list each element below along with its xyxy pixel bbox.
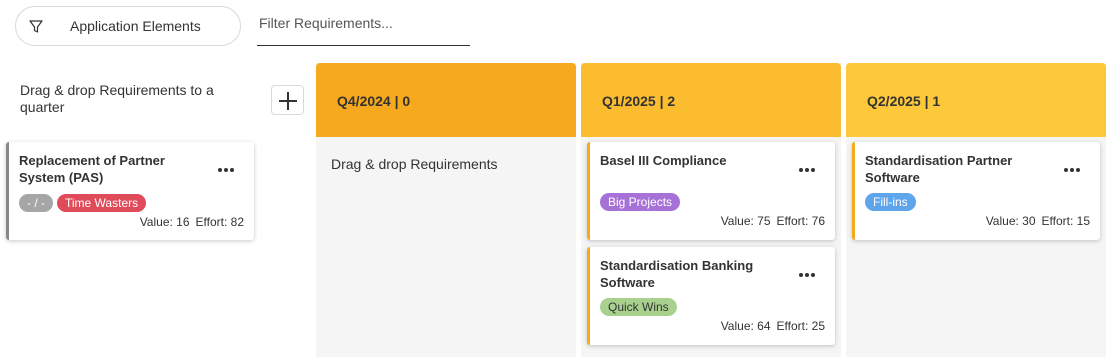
requirement-card[interactable]: Replacement of Partner System (PAS) - / …: [6, 142, 254, 240]
tag-fill-ins: Fill-ins: [865, 193, 916, 211]
value-text: Value: 75: [720, 214, 771, 228]
card-title: Replacement of Partner System (PAS): [19, 153, 165, 185]
column-title: Q4/2024 | 0: [337, 93, 411, 109]
more-horizontal-icon[interactable]: [799, 168, 815, 174]
backlog-instructions: Drag & drop Requirements to a quarter: [20, 82, 214, 115]
effort-text: Effort: 25: [776, 319, 825, 333]
filter-button-label: Application Elements: [70, 18, 201, 34]
more-horizontal-icon[interactable]: [1064, 168, 1080, 174]
drop-placeholder: Drag & drop Requirements: [331, 156, 498, 172]
card-title: Standardisation Partner Software: [865, 153, 1013, 185]
card-metrics: Value: 64 Effort: 25: [721, 319, 825, 333]
card-metrics: Value: 30 Effort: 15: [986, 214, 1090, 228]
effort-text: Effort: 82: [195, 215, 244, 229]
column-header: Q2/2025 | 1: [846, 63, 1106, 137]
card-title: Standardisation Banking Software: [600, 258, 754, 290]
column-header: Q4/2024 | 0: [316, 63, 576, 137]
requirement-card[interactable]: Standardisation Partner Software Fill-in…: [852, 142, 1100, 240]
requirement-card[interactable]: Basel III Compliance Big Projects Value:…: [587, 142, 835, 240]
card-tags: Big Projects: [600, 193, 684, 211]
card-tags: - / - Time Wasters: [19, 194, 150, 212]
value-text: Value: 16: [139, 215, 190, 229]
more-horizontal-icon[interactable]: [799, 273, 815, 279]
value-text: Value: 30: [985, 214, 1036, 228]
filter-requirements-input[interactable]: [257, 12, 470, 46]
requirement-card[interactable]: Standardisation Banking Software Quick W…: [587, 247, 835, 345]
card-metrics: Value: 75 Effort: 76: [721, 214, 825, 228]
add-requirement-button[interactable]: [271, 85, 304, 115]
column-title: Q1/2025 | 2: [602, 93, 676, 109]
value-text: Value: 64: [720, 319, 771, 333]
more-horizontal-icon[interactable]: [218, 168, 234, 174]
card-title: Basel III Compliance: [600, 153, 727, 168]
quarter-column-q2-2025[interactable]: Q2/2025 | 1 Standardisation Partner Soft…: [846, 63, 1106, 357]
effort-text: Effort: 76: [776, 214, 825, 228]
quarter-column-q1-2025[interactable]: Q1/2025 | 2 Basel III Compliance Big Pro…: [581, 63, 841, 357]
tag-unassigned: - / -: [19, 194, 53, 212]
funnel-icon: [29, 20, 43, 33]
tag-big-projects: Big Projects: [600, 193, 681, 211]
effort-text: Effort: 15: [1041, 214, 1090, 228]
tag-quick-wins: Quick Wins: [600, 298, 677, 316]
card-tags: Quick Wins: [600, 298, 681, 316]
quarter-column-q4-2024[interactable]: Q4/2024 | 0 Drag & drop Requirements: [316, 63, 576, 357]
application-elements-filter-button[interactable]: Application Elements: [15, 6, 241, 46]
column-title: Q2/2025 | 1: [867, 93, 941, 109]
tag-time-wasters: Time Wasters: [57, 194, 147, 212]
card-tags: Fill-ins: [865, 193, 920, 211]
column-header: Q1/2025 | 2: [581, 63, 841, 137]
card-metrics: Value: 16 Effort: 82: [140, 215, 244, 229]
